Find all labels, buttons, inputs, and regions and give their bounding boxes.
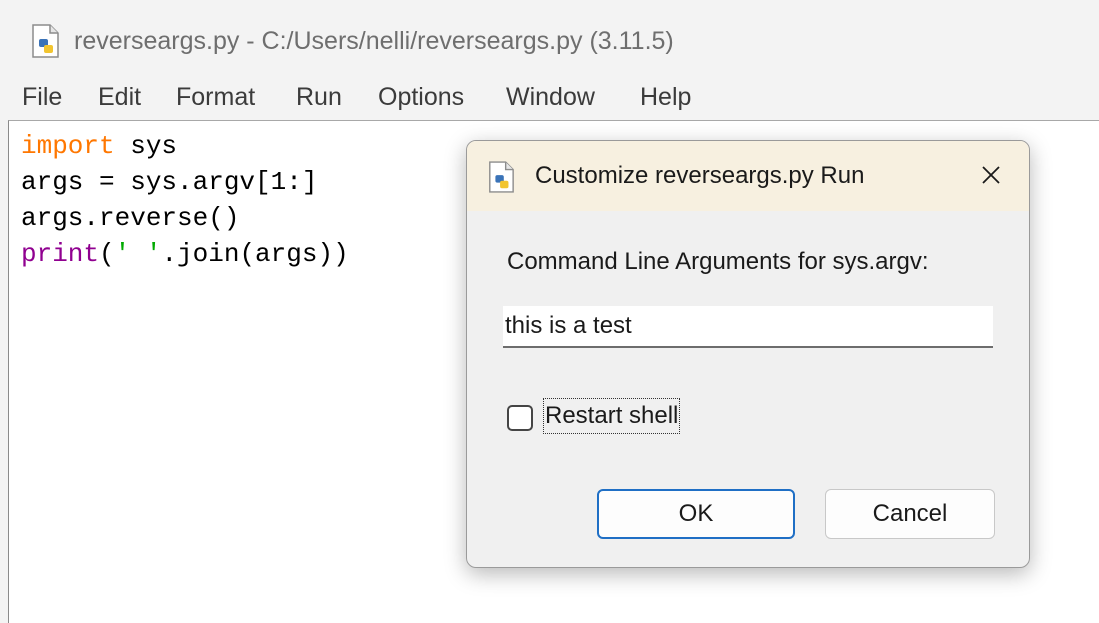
menu-options[interactable]: Options [378, 80, 464, 114]
dialog-title: Customize reverseargs.py Run [535, 162, 865, 189]
idle-editor-window: reverseargs.py - C:/Users/nelli/reversea… [0, 0, 1099, 623]
ok-button[interactable]: OK [597, 489, 795, 539]
menu-format[interactable]: Format [176, 80, 255, 114]
window-title: reverseargs.py - C:/Users/nelli/reversea… [74, 27, 674, 55]
menu-help[interactable]: Help [640, 80, 691, 114]
code-text: ( [99, 239, 115, 269]
menu-run[interactable]: Run [296, 80, 342, 114]
restart-shell-checkbox[interactable] [507, 405, 533, 431]
code-text: args.reverse() [21, 203, 240, 233]
window-titlebar[interactable]: reverseargs.py - C:/Users/nelli/reversea… [0, 0, 1099, 76]
restart-shell-label[interactable]: Restart shell [542, 398, 681, 434]
code-line: args.reverse() [21, 201, 239, 235]
code-text: args = sys.argv[1:] [21, 167, 318, 197]
python-file-icon [489, 161, 514, 193]
menu-file[interactable]: File [22, 80, 62, 114]
code-line: args = sys.argv[1:] [21, 165, 317, 199]
close-icon[interactable] [971, 155, 1011, 195]
code-keyword: import [21, 131, 115, 161]
python-file-icon [32, 24, 59, 58]
code-line: print(' '.join(args)) [21, 237, 349, 271]
code-builtin: print [21, 239, 100, 269]
menu-bar: File Edit Format Run Options Window Help [0, 76, 1099, 120]
args-input[interactable] [503, 306, 993, 348]
code-string: ' ' [114, 239, 162, 269]
code-text: .join(args)) [161, 239, 349, 269]
cancel-button[interactable]: Cancel [825, 489, 995, 539]
dialog-titlebar[interactable]: Customize reverseargs.py Run [467, 141, 1029, 211]
args-prompt-label: Command Line Arguments for sys.argv: [507, 248, 929, 275]
menu-edit[interactable]: Edit [98, 80, 141, 114]
menu-window[interactable]: Window [506, 80, 595, 114]
code-line: import sys [21, 129, 177, 163]
code-text: sys [114, 131, 178, 161]
customize-run-dialog: Customize reverseargs.py Run Command Lin… [466, 140, 1030, 568]
